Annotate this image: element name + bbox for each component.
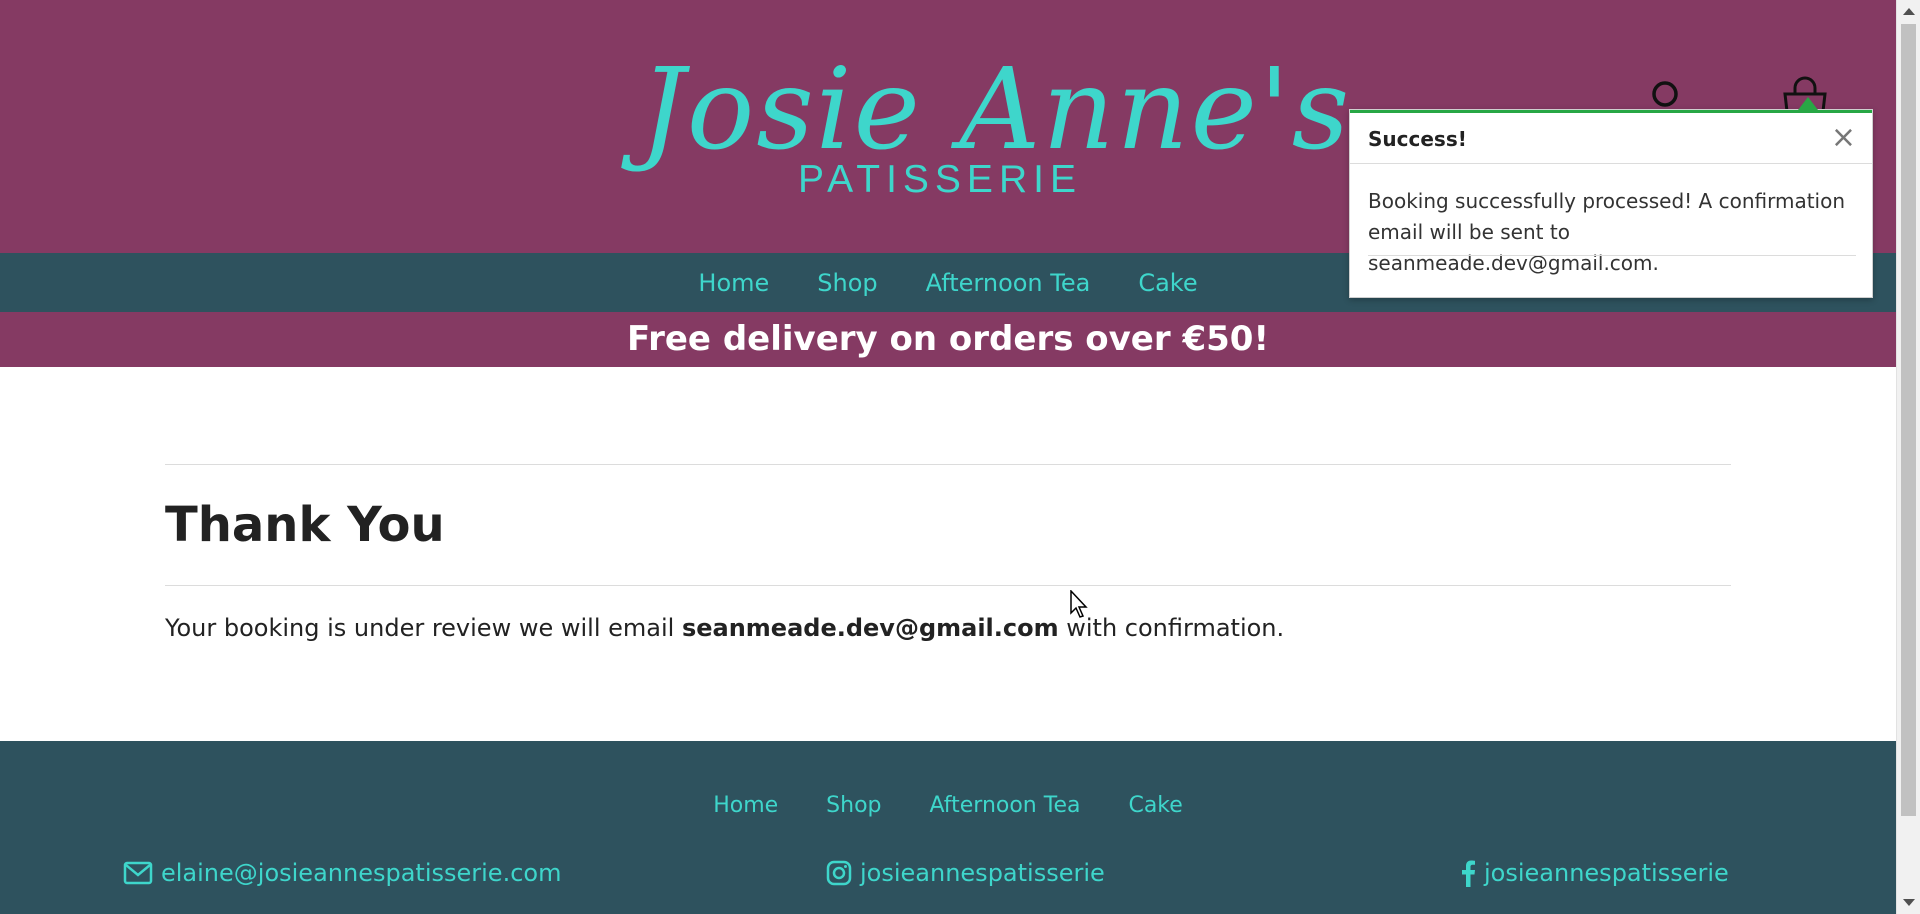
footer-email-text: elaine@josieannespatisserie.com xyxy=(161,859,562,887)
toast-arrow xyxy=(1798,97,1818,110)
message-suffix: with confirmation. xyxy=(1058,614,1285,642)
footer-nav: Home Shop Afternoon Tea Cake xyxy=(0,793,1896,818)
scroll-down-arrow-icon[interactable] xyxy=(1903,899,1915,906)
footer-facebook-text: josieannespatisserie xyxy=(1484,859,1729,887)
footer-email-link[interactable]: elaine@josieannespatisserie.com xyxy=(123,859,561,887)
toast-title: Success! xyxy=(1368,127,1467,151)
footer-nav-home[interactable]: Home xyxy=(689,793,802,818)
footer-instagram-text: josieannespatisserie xyxy=(860,859,1105,887)
vertical-scrollbar[interactable] xyxy=(1896,0,1920,914)
nav-item-cake[interactable]: Cake xyxy=(1114,269,1221,297)
main-content: Thank You Your booking is under review w… xyxy=(165,464,1731,666)
promo-banner: Free delivery on orders over €50! xyxy=(0,312,1896,367)
mouse-cursor-icon xyxy=(1070,590,1088,618)
toast-divider xyxy=(1368,255,1856,256)
divider-bottom xyxy=(165,585,1731,586)
divider-top xyxy=(165,464,1731,465)
facebook-icon xyxy=(1462,860,1475,887)
logo-subtitle: PATISSERIE xyxy=(798,158,1082,201)
footer-nav-shop[interactable]: Shop xyxy=(802,793,905,818)
instagram-icon xyxy=(826,860,852,886)
toast-header: Success! × xyxy=(1350,113,1872,164)
success-toast: Success! × Booking successfully processe… xyxy=(1349,97,1873,298)
message-prefix: Your booking is under review we will ema… xyxy=(165,614,682,642)
nav-item-shop[interactable]: Shop xyxy=(793,269,901,297)
account-icon[interactable] xyxy=(1647,76,1683,112)
confirmation-email: seanmeade.dev@gmail.com xyxy=(681,614,1059,642)
footer-nav-cake[interactable]: Cake xyxy=(1104,793,1206,818)
footer-nav-afternoon-tea[interactable]: Afternoon Tea xyxy=(906,793,1105,818)
close-icon[interactable]: × xyxy=(1831,123,1856,153)
page: Josie Anne's PATISSERIE Home Shop Aftern… xyxy=(0,0,1896,914)
scrollbar-thumb[interactable] xyxy=(1901,24,1916,816)
confirmation-message: Your booking is under review we will ema… xyxy=(165,614,1731,642)
footer-facebook-link[interactable]: josieannespatisserie xyxy=(1460,859,1729,887)
site-footer: Home Shop Afternoon Tea Cake elaine@josi… xyxy=(0,741,1896,914)
footer-instagram-link[interactable]: josieannespatisserie xyxy=(826,859,1105,887)
nav-item-home[interactable]: Home xyxy=(674,269,793,297)
toast-message: Booking successfully processed! A confir… xyxy=(1368,189,1846,275)
logo[interactable]: Josie Anne's PATISSERIE xyxy=(640,40,1349,210)
page-title: Thank You xyxy=(165,497,445,553)
scroll-up-arrow-icon[interactable] xyxy=(1903,8,1915,15)
nav-item-afternoon-tea[interactable]: Afternoon Tea xyxy=(902,269,1115,297)
envelope-icon xyxy=(123,861,153,885)
